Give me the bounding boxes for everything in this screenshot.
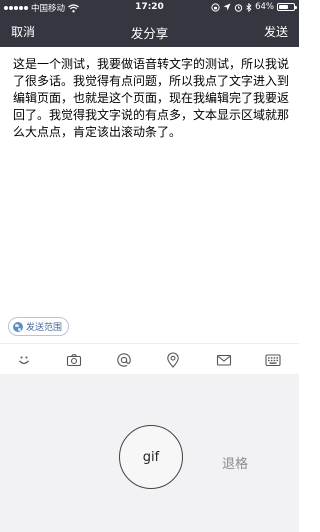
emoji-icon[interactable] — [16, 352, 32, 368]
nav-bar: 取消 发分享 发送 — [0, 15, 299, 47]
gif-button[interactable]: gif — [119, 425, 183, 489]
compose-toolbar — [0, 343, 299, 374]
lock-rotation-icon — [211, 2, 220, 12]
camera-icon[interactable] — [66, 352, 82, 368]
battery-fill — [279, 5, 288, 9]
bluetooth-icon — [246, 2, 252, 12]
gif-label: gif — [142, 449, 160, 465]
voice-input-panel: gif 退格 — [0, 374, 299, 532]
battery-percent: 64% — [255, 2, 274, 12]
cancel-button[interactable]: 取消 — [11, 23, 35, 40]
at-icon[interactable] — [116, 352, 132, 368]
send-scope-button[interactable]: 发送范围 — [8, 317, 70, 336]
mail-icon[interactable] — [216, 352, 232, 368]
status-bar: 中国移动 17:20 64% — [0, 0, 299, 15]
post-text-area[interactable]: 这是一个测试，我要做语音转文字的测试，所以我说了很多话。我觉得有点问题，所以我点… — [13, 56, 291, 311]
battery-icon — [277, 3, 297, 11]
share-compose-screen: 中国移动 17:20 64% 取消 发分享 发送 这是一个测试，我要做语音转文字… — [0, 0, 299, 532]
send-button[interactable]: 发送 — [264, 23, 288, 40]
keyboard-icon[interactable] — [265, 352, 281, 368]
page-title: 发分享 — [130, 26, 169, 41]
globe-icon — [13, 321, 23, 332]
location-pin-icon[interactable] — [165, 352, 181, 368]
location-icon — [223, 3, 231, 11]
backspace-button[interactable]: 退格 — [222, 453, 248, 472]
alarm-icon — [234, 3, 243, 12]
status-right: 64% — [211, 2, 297, 12]
send-scope-label: 发送范围 — [26, 323, 63, 333]
